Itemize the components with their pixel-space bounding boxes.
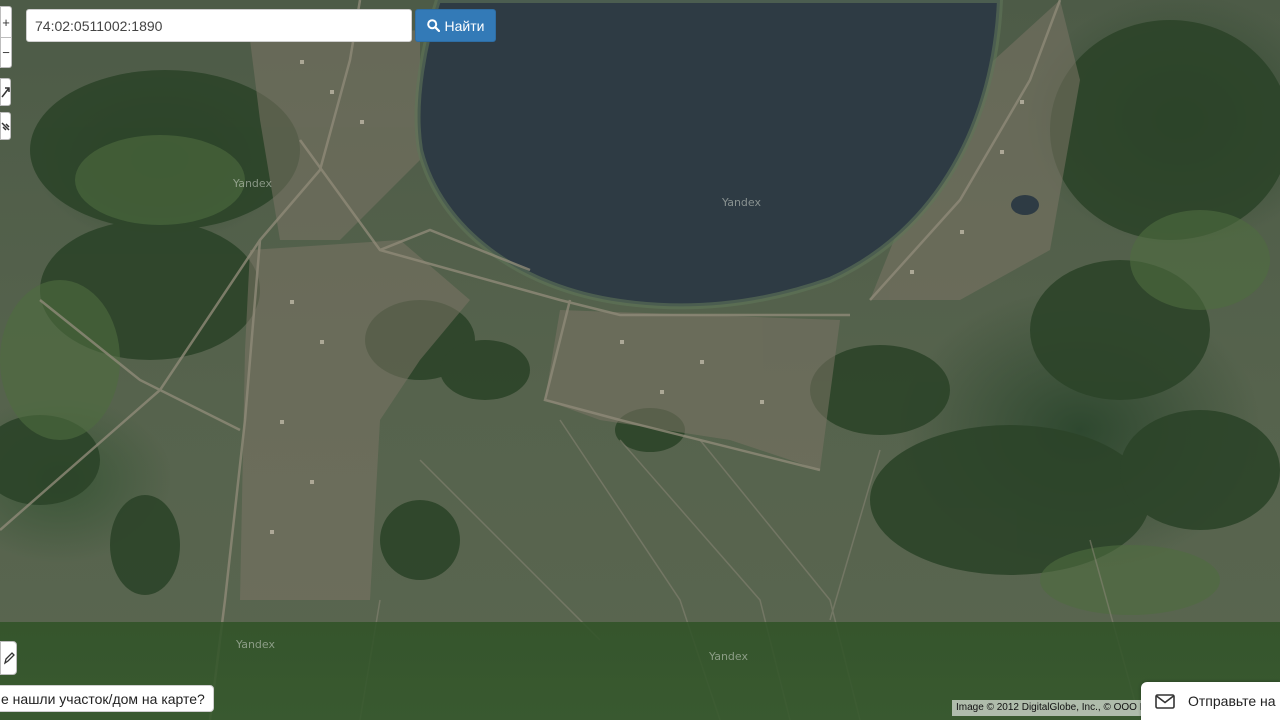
zoom-out-label: − bbox=[2, 45, 10, 60]
envelope-icon bbox=[1155, 693, 1175, 709]
imagery-copyright: Image © 2012 DigitalGlobe, Inc., © ООО И bbox=[952, 700, 1142, 716]
search-button[interactable]: Найти bbox=[415, 9, 496, 42]
map-imagery bbox=[0, 0, 1280, 720]
send-message-button[interactable]: Отправьте на bbox=[1141, 682, 1280, 720]
search-icon bbox=[426, 19, 440, 32]
search-button-label: Найти bbox=[444, 17, 485, 34]
expand-icon bbox=[1, 87, 10, 98]
yandex-watermark: Yandex bbox=[709, 650, 748, 663]
report-missing-plot-button[interactable]: е нашли участок/дом на карте? bbox=[0, 685, 214, 712]
draw-button[interactable] bbox=[0, 641, 17, 675]
satellite-map[interactable]: Yandex Yandex Yandex Yandex bbox=[0, 0, 1280, 720]
yandex-watermark: Yandex bbox=[233, 177, 272, 190]
copyright-text: Image © 2012 DigitalGlobe, Inc., © ООО И bbox=[956, 702, 1142, 713]
yandex-watermark: Yandex bbox=[236, 638, 275, 651]
not-found-prompt: е нашли участок/дом на карте? bbox=[1, 690, 205, 707]
zoom-out-button[interactable]: − bbox=[0, 38, 12, 68]
ruler-icon bbox=[1, 122, 10, 131]
yandex-watermark: Yandex bbox=[722, 196, 761, 209]
fullscreen-button[interactable] bbox=[0, 78, 11, 106]
zoom-in-button[interactable]: + bbox=[0, 6, 12, 38]
pencil-icon bbox=[3, 652, 15, 665]
measure-button[interactable] bbox=[0, 112, 11, 140]
cadastral-search-input[interactable] bbox=[26, 9, 412, 42]
send-label: Отправьте на bbox=[1188, 693, 1276, 709]
zoom-in-label: + bbox=[2, 14, 10, 30]
